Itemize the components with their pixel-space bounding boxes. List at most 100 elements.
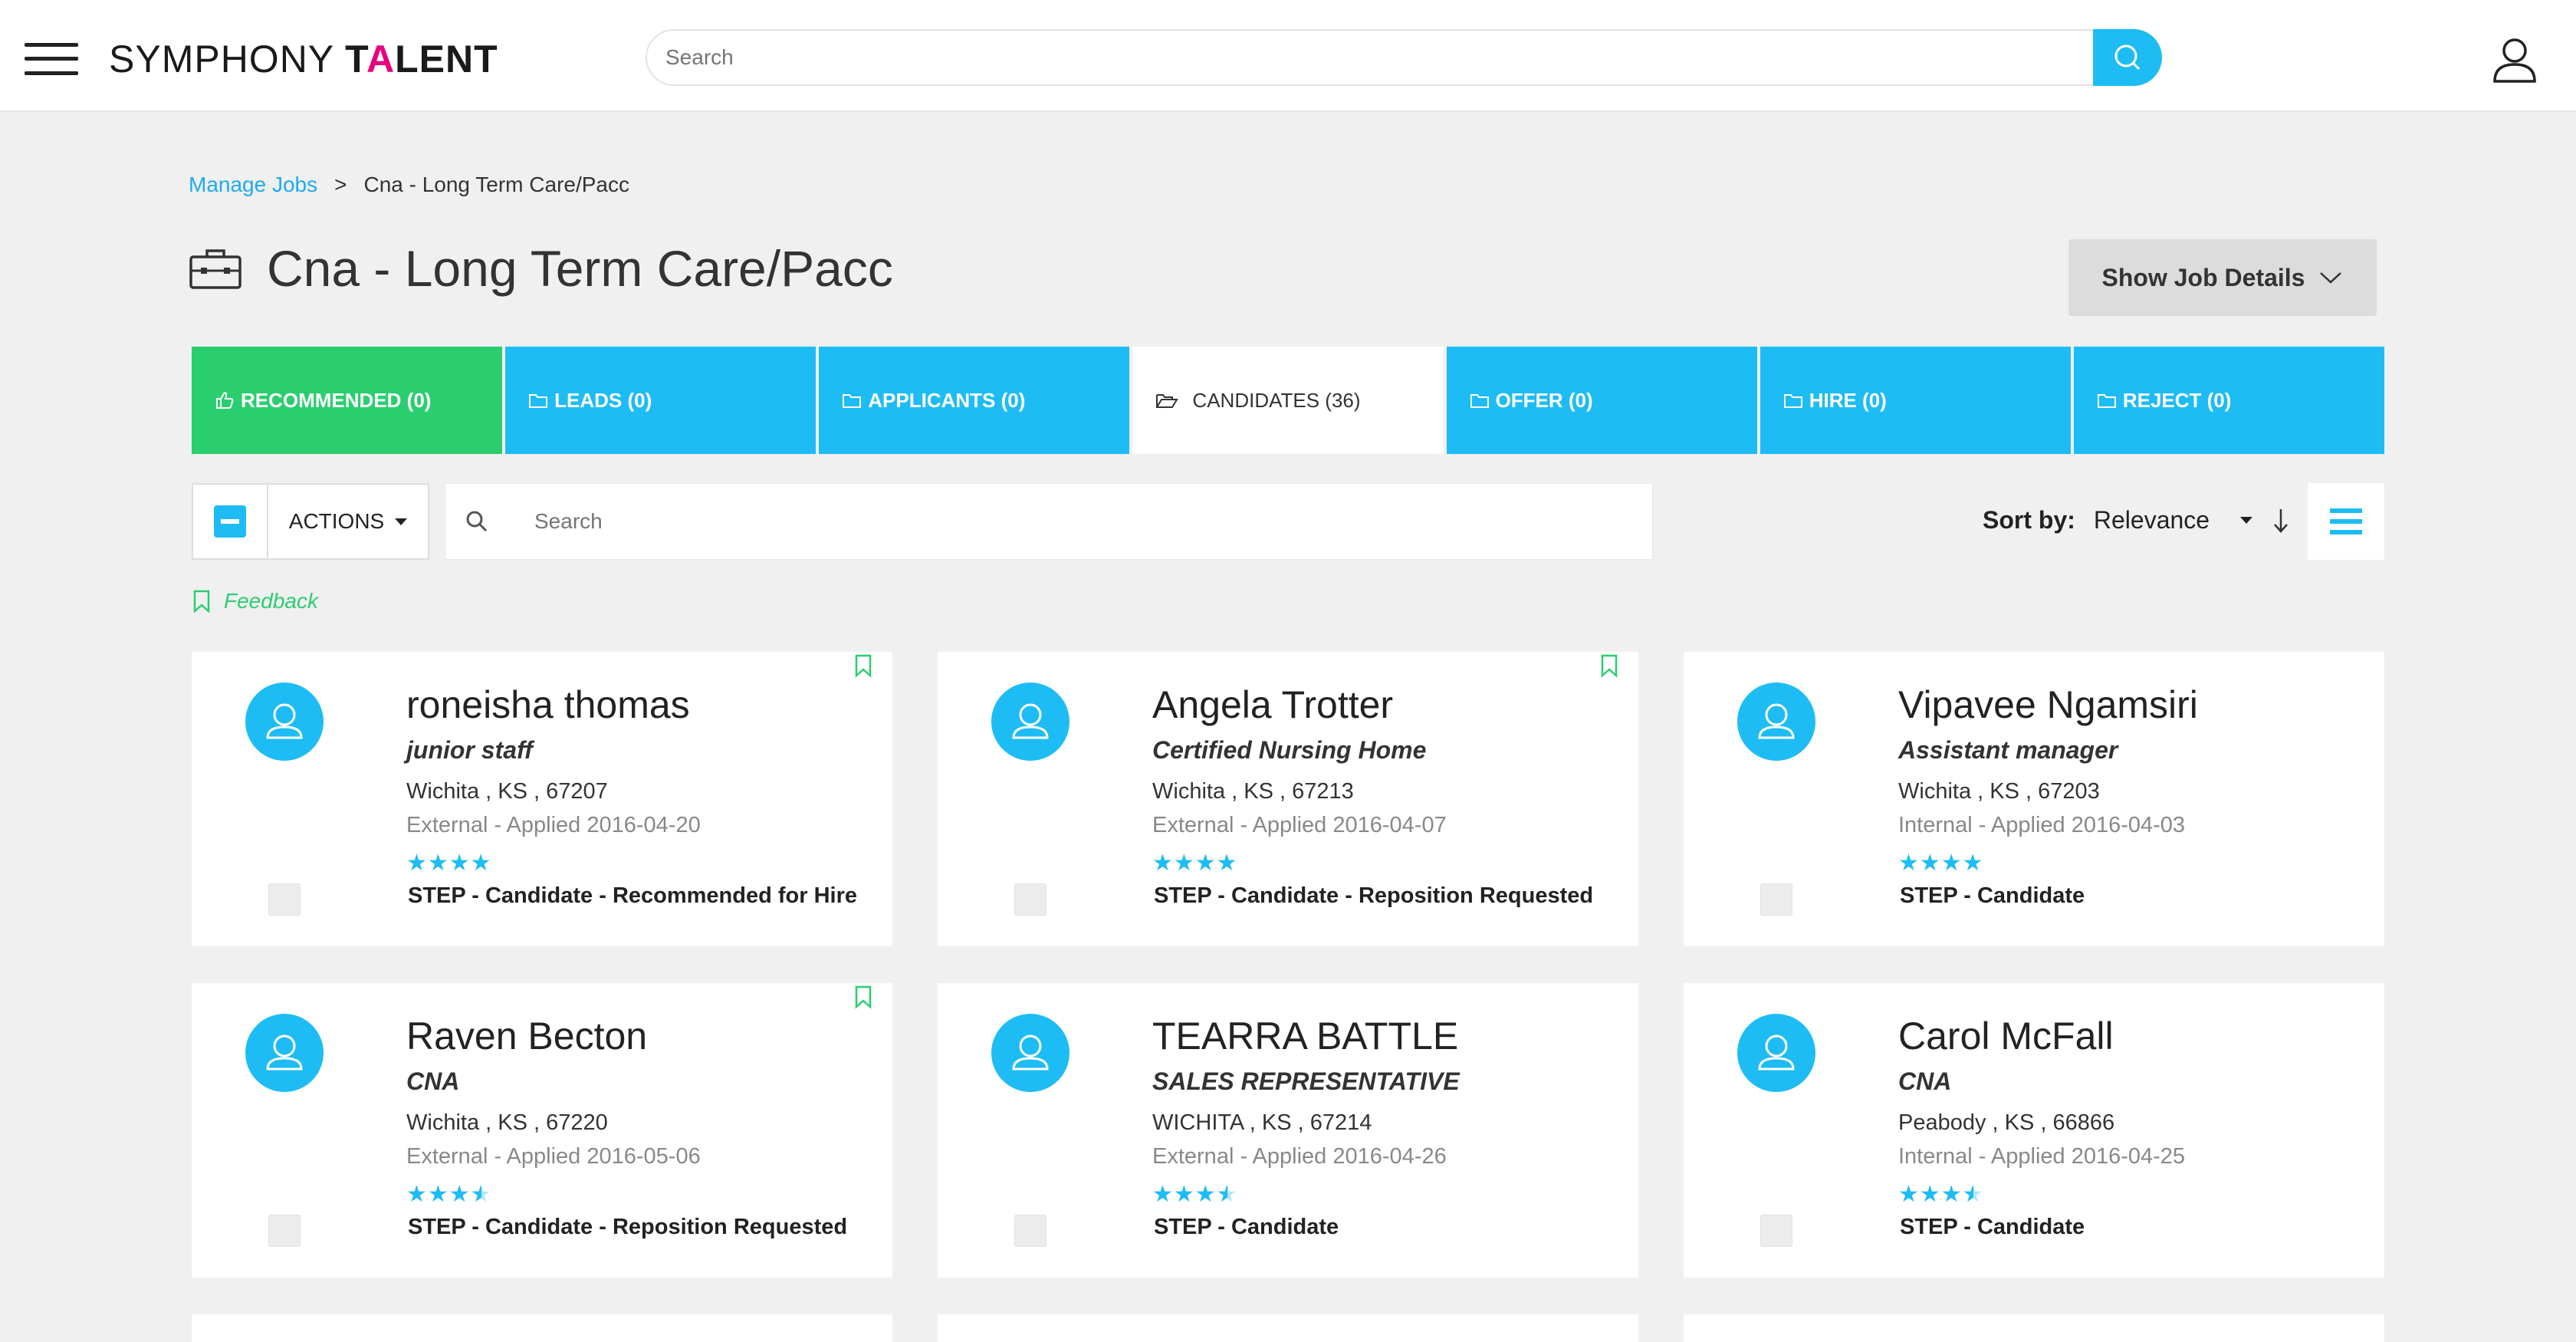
candidate-step: STEP - Candidate - Reposition Requested [1154, 883, 1594, 908]
candidate-applied: Internal - Applied 2016-04-03 [1898, 813, 2186, 837]
half-star-icon: ★★ [1216, 1182, 1238, 1207]
candidate-role: SALES REPRESENTATIVE [1152, 1067, 1460, 1095]
search-icon [466, 511, 488, 532]
candidate-checkbox[interactable] [268, 1215, 301, 1247]
full-stars: ★★★ [406, 1182, 471, 1207]
breadcrumb: Manage Jobs > Cna - Long Term Care/Pacc [189, 173, 629, 197]
star-rating: ★★★★★ [1152, 1181, 1238, 1208]
candidate-name[interactable]: Raven Becton [406, 1014, 647, 1058]
sort-control[interactable]: Sort by: Relevance [1983, 506, 2289, 534]
candidate-checkbox[interactable] [1760, 883, 1792, 916]
full-stars: ★★★ [1152, 1182, 1217, 1207]
avatar[interactable] [1737, 1014, 1815, 1092]
candidate-applied: Internal - Applied 2016-04-25 [1898, 1144, 2186, 1169]
candidate-card-partial[interactable] [938, 1314, 1638, 1342]
breadcrumb-current: Cna - Long Term Care/Pacc [363, 173, 629, 196]
folder-open-icon [1156, 394, 1179, 408]
breadcrumb-manage-jobs[interactable]: Manage Jobs [189, 173, 317, 196]
avatar[interactable] [1737, 683, 1815, 761]
star-rating: ★★★★★ [1898, 1181, 1984, 1208]
candidate-location: Wichita , KS , 67203 [1898, 779, 2100, 804]
pipeline-tabs: RECOMMENDED (0) LEADS (0) APPLICANTS (0)… [192, 347, 2384, 454]
full-stars: ★★★★ [406, 850, 492, 876]
global-search [646, 29, 2162, 86]
tab-applicants[interactable]: APPLICANTS (0) [819, 347, 1130, 454]
candidate-applied: External - Applied 2016-04-07 [1152, 813, 1447, 837]
candidate-role: Certified Nursing Home [1152, 736, 1427, 764]
avatar[interactable] [991, 1014, 1070, 1092]
sort-value[interactable]: Relevance [2094, 506, 2210, 534]
caret-down-icon [395, 518, 408, 525]
full-stars: ★★★★ [1152, 850, 1238, 876]
folder-icon [2097, 394, 2116, 408]
show-job-details-button[interactable]: Show Job Details [2068, 239, 2377, 316]
candidate-card[interactable]: Raven Becton CNA Wichita , KS , 67220 Ex… [192, 983, 892, 1278]
candidate-name[interactable]: TEARRA BATTLE [1152, 1014, 1458, 1058]
candidate-card[interactable]: roneisha thomas junior staff Wichita , K… [192, 652, 892, 946]
candidate-search-input[interactable] [534, 502, 1608, 541]
candidate-role: Assistant manager [1898, 736, 2118, 764]
bookmark-icon[interactable] [1600, 653, 1618, 678]
list-view-button[interactable] [2308, 483, 2384, 560]
user-icon [266, 703, 303, 739]
candidate-step: STEP - Candidate [1900, 1215, 2085, 1239]
candidate-checkbox[interactable] [268, 883, 301, 916]
global-search-button[interactable] [2093, 29, 2162, 86]
candidate-card[interactable]: Angela Trotter Certified Nursing Home Wi… [938, 652, 1638, 946]
minus-icon [214, 505, 246, 538]
candidate-applied: External - Applied 2016-04-26 [1152, 1144, 1447, 1169]
thumbs-up-icon [216, 391, 234, 409]
candidate-name[interactable]: Angela Trotter [1152, 683, 1393, 727]
logo[interactable]: SYMPHONY TALENT [109, 37, 498, 81]
candidate-checkbox[interactable] [1760, 1215, 1792, 1247]
list-icon [2330, 508, 2362, 534]
candidate-location: Peabody , KS , 66866 [1898, 1110, 2115, 1135]
candidate-location: Wichita , KS , 67220 [406, 1110, 608, 1135]
candidate-checkbox[interactable] [1014, 883, 1046, 916]
bookmark-icon[interactable] [854, 985, 872, 1009]
candidate-name[interactable]: Vipavee Ngamsiri [1898, 683, 2198, 727]
tab-leads[interactable]: LEADS (0) [505, 347, 816, 454]
candidate-location: Wichita , KS , 67213 [1152, 779, 1354, 804]
candidate-location: WICHITA , KS , 67214 [1152, 1110, 1372, 1135]
star-rating: ★★★★ [1152, 850, 1238, 877]
candidate-card-partial[interactable] [192, 1314, 892, 1342]
menu-icon[interactable] [25, 43, 78, 75]
candidate-search [445, 483, 1653, 560]
candidate-step: STEP - Candidate [1154, 1215, 1339, 1239]
candidate-name[interactable]: Carol McFall [1898, 1014, 2114, 1058]
global-search-input[interactable] [665, 38, 1969, 77]
avatar[interactable] [991, 683, 1070, 761]
page-title: Cna - Long Term Care/Pacc [189, 239, 893, 298]
tab-hire[interactable]: HIRE (0) [1760, 347, 2071, 454]
candidate-step: STEP - Candidate - Reposition Requested [408, 1215, 848, 1239]
caret-down-icon [2240, 517, 2253, 524]
candidate-card-partial[interactable] [1684, 1314, 2384, 1342]
sort-direction-icon[interactable] [2272, 508, 2289, 534]
half-star-icon: ★★ [1962, 1182, 1984, 1207]
tab-candidates[interactable]: CANDIDATES (36) [1132, 347, 1444, 454]
full-stars: ★★★ [1898, 1182, 1963, 1207]
candidate-checkbox[interactable] [1014, 1215, 1046, 1247]
tab-offer[interactable]: OFFER (0) [1446, 347, 1757, 454]
candidate-card[interactable]: Vipavee Ngamsiri Assistant manager Wichi… [1684, 652, 2384, 946]
candidate-name[interactable]: roneisha thomas [406, 683, 690, 727]
search-icon [2114, 44, 2141, 71]
candidate-role: CNA [1898, 1067, 1952, 1095]
feedback-link[interactable]: Feedback [193, 589, 318, 613]
bookmark-icon [193, 590, 210, 613]
avatar[interactable] [245, 683, 324, 761]
tab-recommended[interactable]: RECOMMENDED (0) [192, 347, 503, 454]
user-profile-icon[interactable] [2489, 34, 2541, 86]
candidate-card[interactable]: TEARRA BATTLE SALES REPRESENTATIVE WICHI… [938, 983, 1638, 1278]
bookmark-icon[interactable] [854, 653, 872, 678]
avatar[interactable] [245, 1014, 324, 1092]
candidate-card[interactable]: Carol McFall CNA Peabody , KS , 66866 In… [1684, 983, 2384, 1278]
tab-reject[interactable]: REJECT (0) [2073, 347, 2384, 454]
actions-dropdown[interactable]: ACTIONS [268, 485, 428, 558]
select-all-checkbox[interactable] [193, 485, 268, 558]
bulk-actions-bar: ACTIONS [192, 483, 429, 560]
candidate-role: junior staff [406, 736, 533, 764]
breadcrumb-separator: > [334, 173, 347, 196]
candidate-location: Wichita , KS , 67207 [406, 779, 608, 804]
